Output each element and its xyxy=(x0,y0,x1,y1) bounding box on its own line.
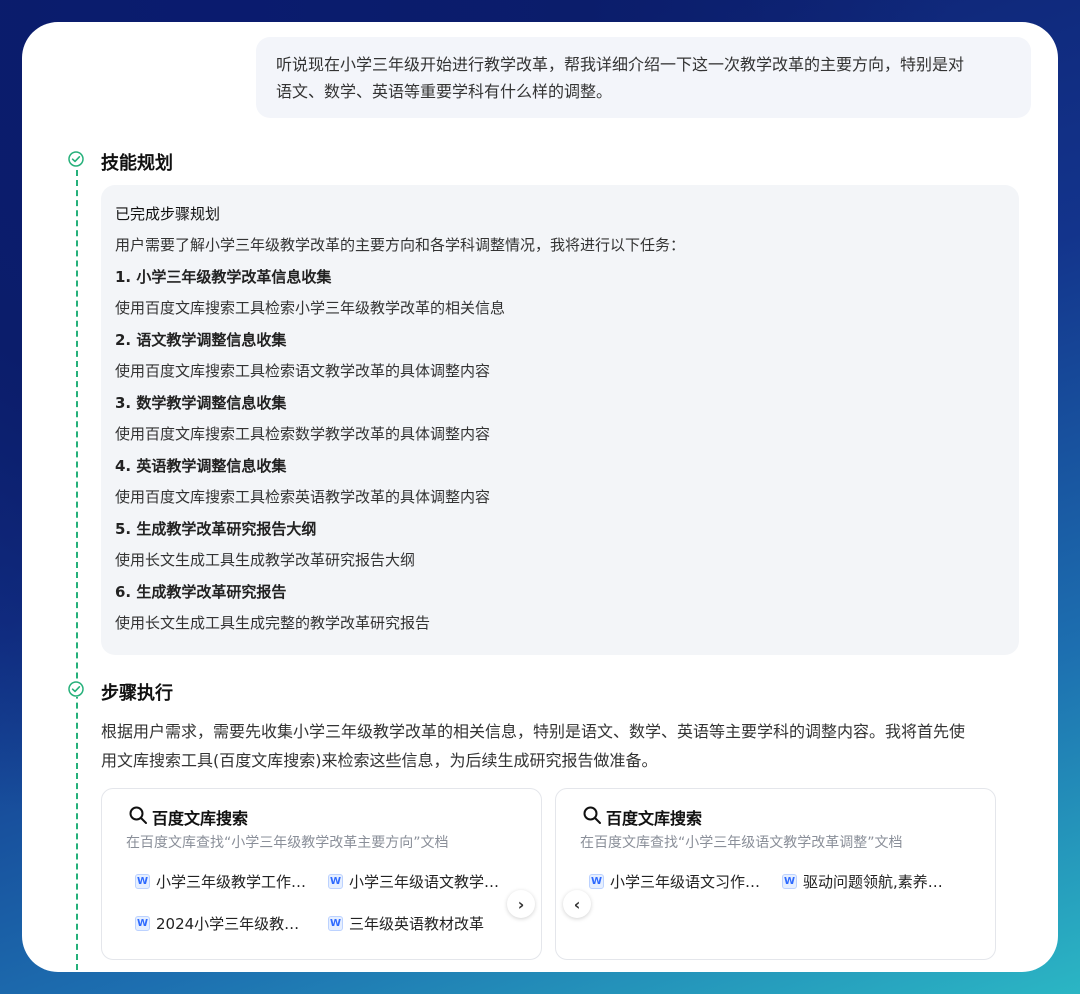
word-doc-icon: W xyxy=(782,874,797,889)
chevron-right-icon: › xyxy=(517,894,525,914)
doc-result-title: 2024小学三年级教… xyxy=(156,915,300,933)
plan-step-title: 2. 语文教学调整信息收集 xyxy=(115,330,287,349)
doc-result-title: 小学三年级教学工作… xyxy=(156,873,307,891)
skill-plan-box: 已完成步骤规划 用户需要了解小学三年级教学改革的主要方向和各学科调整情况，我将进… xyxy=(101,185,1019,655)
word-doc-icon: W xyxy=(135,916,150,931)
doc-result-link[interactable]: W 2024小学三年级教… xyxy=(135,913,299,934)
plan-step-desc: 使用长文生成工具生成完整的教学改革研究报告 xyxy=(115,614,431,632)
doc-result-link[interactable]: W 小学三年级语文教学… xyxy=(328,871,499,892)
plan-step-title: 1. 小学三年级教学改革信息收集 xyxy=(115,267,332,286)
word-doc-icon: W xyxy=(328,874,343,889)
plan-step-title: 5. 生成教学改革研究报告大纲 xyxy=(115,519,317,538)
search-card-title: 百度文库搜索 xyxy=(128,805,248,829)
search-card[interactable]: 百度文库搜索 在百度文库查找“小学三年级语文教学改革调整”文档 ‹ W 小学三年… xyxy=(555,788,996,960)
search-card[interactable]: 百度文库搜索 在百度文库查找“小学三年级教学改革主要方向”文档 W 小学三年级教… xyxy=(101,788,542,960)
search-icon xyxy=(582,805,602,829)
search-card-title-text: 百度文库搜索 xyxy=(152,809,249,828)
doc-result-title: 驱动问题领航,素养… xyxy=(803,873,943,891)
word-doc-icon: W xyxy=(135,874,150,889)
plan-step-title: 6. 生成教学改革研究报告 xyxy=(115,582,287,601)
doc-result-title: 小学三年级语文习作… xyxy=(610,873,761,891)
search-card-title-text: 百度文库搜索 xyxy=(606,809,703,828)
plan-step-title: 3. 数学教学调整信息收集 xyxy=(115,393,287,412)
step-exec-line-1: 根据用户需求，需要先收集小学三年级教学改革的相关信息，特别是语文、数学、英语等主… xyxy=(101,722,966,741)
doc-result-link[interactable]: W 驱动问题领航,素养… xyxy=(782,871,943,892)
doc-result-link[interactable]: W 小学三年级语文习作… xyxy=(589,871,760,892)
step-exec-title: 步骤执行 xyxy=(101,683,173,704)
search-card-subtitle: 在百度文库查找“小学三年级语文教学改革调整”文档 xyxy=(580,835,903,851)
user-message-line-2: 语文、数学、英语等重要学科有什么样的调整。 xyxy=(276,82,613,101)
doc-result-link[interactable]: W 三年级英语教材改革 xyxy=(328,913,484,934)
chevron-left-icon: ‹ xyxy=(573,894,581,914)
skill-plan-title: 技能规划 xyxy=(101,153,173,174)
chat-panel: 听说现在小学三年级开始进行教学改革，帮我详细介绍一下这一次教学改革的主要方向，特… xyxy=(22,22,1058,972)
prev-page-button[interactable]: ‹ xyxy=(563,890,591,918)
doc-result-title: 小学三年级语文教学… xyxy=(349,873,500,891)
word-doc-icon: W xyxy=(328,916,343,931)
doc-result-title: 三年级英语教材改革 xyxy=(349,915,485,933)
plan-step-desc: 使用百度文库搜索工具检索英语教学改革的具体调整内容 xyxy=(115,488,491,506)
plan-step-title: 4. 英语教学调整信息收集 xyxy=(115,456,287,475)
word-doc-icon: W xyxy=(589,874,604,889)
plan-step-desc: 使用百度文库搜索工具检索语文教学改革的具体调整内容 xyxy=(115,362,491,380)
step-exec-line-2: 用文库搜索工具(百度文库搜索)来检索这些信息，为后续生成研究报告做准备。 xyxy=(101,751,658,770)
plan-step-desc: 使用百度文库搜索工具检索小学三年级教学改革的相关信息 xyxy=(115,299,506,317)
step-exec-text: 根据用户需求，需要先收集小学三年级教学改革的相关信息，特别是语文、数学、英语等主… xyxy=(101,717,1031,775)
plan-status: 已完成步骤规划 xyxy=(115,205,221,223)
check-circle-icon xyxy=(68,681,84,697)
next-page-button[interactable]: › xyxy=(507,890,535,918)
search-card-title: 百度文库搜索 xyxy=(582,805,702,829)
search-card-subtitle: 在百度文库查找“小学三年级教学改革主要方向”文档 xyxy=(126,835,449,851)
plan-step-desc: 使用百度文库搜索工具检索数学教学改革的具体调整内容 xyxy=(115,425,491,443)
plan-intro: 用户需要了解小学三年级教学改革的主要方向和各学科调整情况，我将进行以下任务： xyxy=(115,236,686,254)
doc-result-link[interactable]: W 小学三年级教学工作… xyxy=(135,871,306,892)
timeline-line xyxy=(76,170,78,970)
user-message-line-1: 听说现在小学三年级开始进行教学改革，帮我详细介绍一下这一次教学改革的主要方向，特… xyxy=(276,55,965,74)
plan-step-desc: 使用长文生成工具生成教学改革研究报告大纲 xyxy=(115,551,416,569)
search-icon xyxy=(128,805,148,829)
user-message-bubble: 听说现在小学三年级开始进行教学改革，帮我详细介绍一下这一次教学改革的主要方向，特… xyxy=(256,37,1031,118)
check-circle-icon xyxy=(68,151,84,167)
